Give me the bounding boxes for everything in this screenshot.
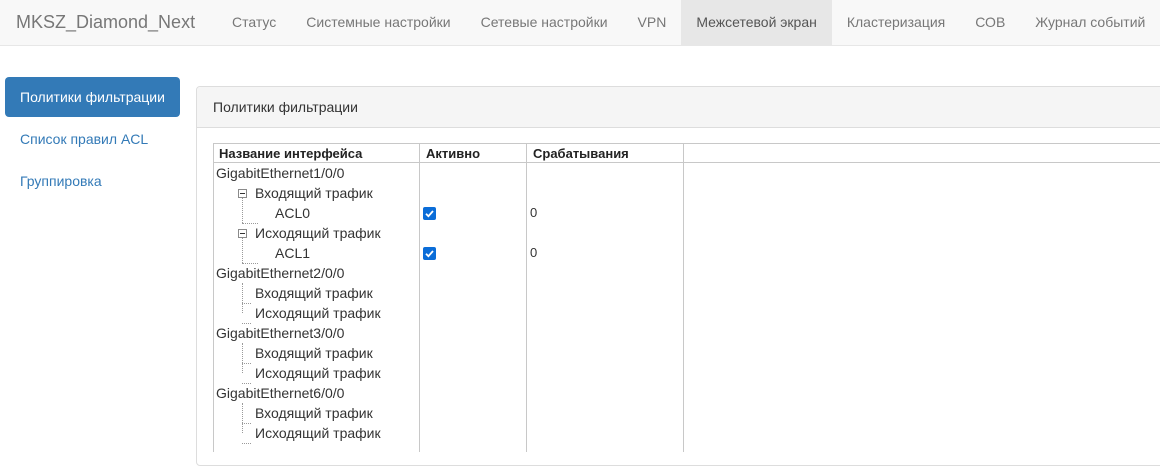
nav-item-vpn[interactable]: VPN — [623, 0, 682, 46]
sidebar-item-acl-rules[interactable]: Список правил ACL — [5, 119, 180, 159]
tree-row-direction[interactable]: Входящий трафик — [213, 183, 1160, 203]
nav-item-event-log[interactable]: Журнал событий — [1020, 0, 1160, 46]
brand-title[interactable]: MKSZ_Diamond_Next — [16, 0, 195, 46]
hit-count: 0 — [530, 205, 538, 220]
direction-label: Исходящий трафик — [255, 225, 381, 241]
panel-title: Политики фильтрации — [197, 87, 1160, 128]
direction-label: Исходящий трафик — [255, 365, 381, 381]
direction-label: Исходящий трафик — [255, 425, 381, 441]
acl-name: ACL0 — [275, 205, 311, 221]
nav-item-clustering[interactable]: Кластеризация — [832, 0, 960, 46]
sidebar-item-filter-policies[interactable]: Политики фильтрации — [5, 77, 180, 117]
tree-row-interface[interactable]: GigabitEthernet2/0/0 — [213, 263, 1160, 283]
tree-row-acl[interactable]: ACL0 0 — [213, 203, 1160, 223]
nav-item-network-settings[interactable]: Сетевые настройки — [466, 0, 623, 46]
tree-row-direction[interactable]: Исходящий трафик — [213, 223, 1160, 243]
active-checkbox[interactable] — [423, 207, 436, 220]
interface-name: GigabitEthernet1/0/0 — [216, 165, 345, 181]
tree-row-direction[interactable]: Исходящий трафик — [213, 303, 1160, 323]
hit-count: 0 — [530, 245, 538, 260]
tree-row-direction[interactable]: Входящий трафик — [213, 343, 1160, 363]
tree-row-interface[interactable]: GigabitEthernet3/0/0 — [213, 323, 1160, 343]
acl-name: ACL1 — [275, 245, 311, 261]
nav-item-system-settings[interactable]: Системные настройки — [291, 0, 465, 46]
column-header-hits[interactable]: Срабатывания — [527, 144, 683, 163]
direction-label: Входящий трафик — [255, 285, 373, 301]
interface-name: GigabitEthernet6/0/0 — [216, 385, 345, 401]
main-nav: Статус Системные настройки Сетевые настр… — [217, 0, 1160, 46]
collapse-toggle-icon[interactable] — [238, 229, 247, 238]
nav-item-status[interactable]: Статус — [217, 0, 291, 46]
direction-label: Входящий трафик — [255, 405, 373, 421]
nav-item-ids[interactable]: СОВ — [960, 0, 1020, 46]
tree-row-interface[interactable]: GigabitEthernet6/0/0 — [213, 383, 1160, 403]
policy-tree-grid: Название интерфейса Активно Срабатывания… — [213, 143, 1160, 452]
column-header-interface-name[interactable]: Название интерфейса — [213, 144, 419, 163]
nav-item-firewall[interactable]: Межсетевой экран — [681, 0, 832, 46]
direction-label: Входящий трафик — [255, 185, 373, 201]
tree-row-direction[interactable]: Входящий трафик — [213, 283, 1160, 303]
sidebar-item-grouping[interactable]: Группировка — [5, 161, 180, 201]
tree-row-direction[interactable]: Входящий трафик — [213, 403, 1160, 423]
direction-label: Входящий трафик — [255, 345, 373, 361]
tree-row-acl[interactable]: ACL1 0 — [213, 243, 1160, 263]
top-navbar: MKSZ_Diamond_Next Статус Системные настр… — [0, 0, 1160, 46]
tree-row-direction[interactable]: Исходящий трафик — [213, 423, 1160, 443]
sidebar: Политики фильтрации Список правил ACL Гр… — [5, 77, 180, 203]
grid-header: Название интерфейса Активно Срабатывания — [213, 143, 1160, 163]
tree-connector — [242, 443, 251, 444]
collapse-toggle-icon[interactable] — [238, 189, 247, 198]
interface-name: GigabitEthernet3/0/0 — [216, 325, 345, 341]
tree-row-direction[interactable]: Исходящий трафик — [213, 363, 1160, 383]
active-checkbox[interactable] — [423, 247, 436, 260]
column-header-active[interactable]: Активно — [420, 144, 526, 163]
tree-row-interface[interactable]: GigabitEthernet1/0/0 — [213, 163, 1160, 183]
direction-label: Исходящий трафик — [255, 305, 381, 321]
interface-name: GigabitEthernet2/0/0 — [216, 265, 345, 281]
